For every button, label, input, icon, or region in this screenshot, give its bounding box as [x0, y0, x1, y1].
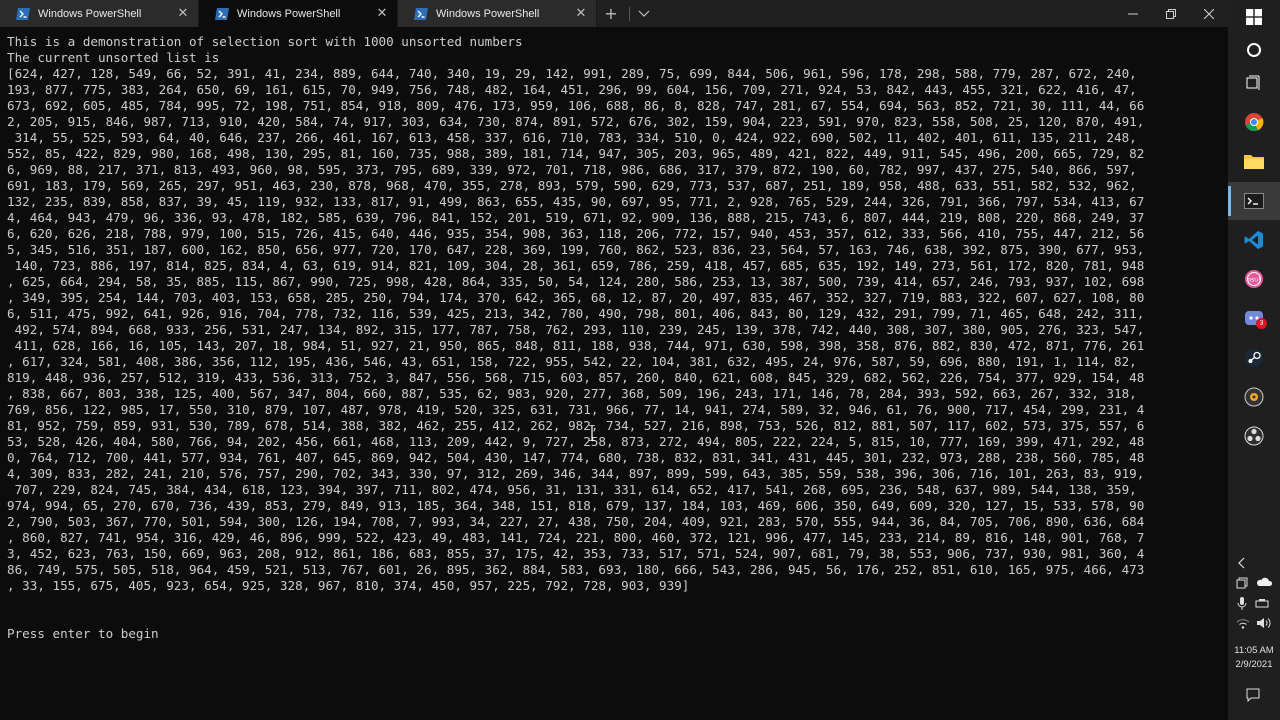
tab-label: Windows PowerShell: [38, 7, 142, 20]
close-icon[interactable]: ✕: [375, 6, 389, 20]
terminal-line: 132, 235, 839, 858, 837, 39, 45, 119, 93…: [7, 194, 1145, 209]
terminal-line: This is a demonstration of selection sor…: [7, 34, 523, 49]
clock-date: 2/9/2021: [1235, 659, 1273, 670]
terminal-line: , 860, 827, 741, 954, 316, 429, 46, 896,…: [7, 530, 1145, 545]
osu-icon[interactable]: osu!: [1241, 266, 1267, 292]
mouse-cursor-icon: [589, 425, 595, 441]
chrome-icon[interactable]: [1241, 109, 1267, 135]
terminal-line: 2, 790, 503, 367, 770, 501, 594, 300, 12…: [7, 514, 1145, 529]
tab-label: Windows PowerShell: [436, 7, 540, 20]
media-player-icon[interactable]: [1241, 384, 1267, 410]
terminal-line: 86, 749, 575, 505, 518, 964, 459, 521, 5…: [7, 562, 1145, 577]
cortana-icon[interactable]: [1241, 37, 1267, 63]
discord-icon[interactable]: 3: [1241, 306, 1267, 332]
terminal-line: Press enter to begin: [7, 626, 159, 641]
plus-icon: +: [604, 4, 618, 23]
minimize-button[interactable]: [1114, 0, 1152, 27]
terminal-line: 314, 55, 525, 593, 64, 40, 646, 237, 266…: [7, 130, 1137, 145]
tab-label: Windows PowerShell: [237, 7, 341, 20]
notification-center-icon[interactable]: [1246, 688, 1260, 705]
terminal-line: 769, 856, 122, 985, 17, 550, 310, 879, 1…: [7, 402, 1145, 417]
terminal-line: 6, 620, 626, 218, 788, 979, 100, 515, 72…: [7, 226, 1145, 241]
close-icon[interactable]: ✕: [574, 6, 588, 20]
maximize-button[interactable]: [1152, 0, 1190, 27]
terminal-line: 4, 464, 943, 479, 96, 336, 93, 478, 182,…: [7, 210, 1145, 225]
terminal-line: The current unsorted list is: [7, 50, 220, 65]
taskbar: osu! 3 11:05 AM 2/9/2021: [1228, 0, 1280, 720]
clock-time: 11:05 AM: [1234, 645, 1274, 656]
obs-icon[interactable]: [1241, 423, 1267, 449]
svg-text:osu!: osu!: [1247, 277, 1260, 284]
onedrive-icon[interactable]: [1256, 577, 1273, 590]
terminal-line: 3, 452, 623, 763, 150, 669, 963, 208, 91…: [7, 546, 1145, 561]
terminal-line: 411, 628, 166, 16, 105, 143, 207, 18, 98…: [7, 338, 1145, 353]
terminal-line: 140, 723, 886, 197, 814, 825, 834, 4, 63…: [7, 258, 1145, 273]
tab-bar: Windows PowerShell ✕ Windows PowerShell …: [0, 0, 1228, 27]
powershell-icon: [215, 7, 229, 20]
terminal-line: 4, 309, 833, 282, 241, 210, 576, 757, 29…: [7, 466, 1145, 481]
system-clock[interactable]: 11:05 AM 2/9/2021: [1228, 644, 1280, 672]
close-icon[interactable]: ✕: [176, 6, 190, 20]
terminal-line: 5, 345, 516, 351, 187, 600, 162, 850, 65…: [7, 242, 1145, 257]
terminal-line: , 33, 155, 675, 405, 923, 654, 925, 328,…: [7, 578, 690, 593]
task-view-icon[interactable]: [1241, 70, 1267, 96]
tab-powershell-3[interactable]: Windows PowerShell ✕: [398, 0, 597, 27]
restore-icon: [1166, 8, 1176, 19]
terminal-line: 707, 229, 824, 745, 384, 434, 618, 123, …: [7, 482, 1137, 497]
active-app-indicator: [1228, 186, 1231, 216]
minimize-icon: [1128, 13, 1138, 14]
terminal-line: 193, 877, 775, 383, 264, 650, 69, 161, 6…: [7, 82, 1137, 97]
powershell-icon: [414, 7, 428, 20]
terminal-line: 81, 952, 759, 859, 931, 530, 789, 678, 5…: [7, 418, 1145, 433]
terminal-output[interactable]: This is a demonstration of selection sor…: [7, 34, 1219, 714]
new-tab-button[interactable]: +: [597, 0, 625, 27]
windows-start-icon[interactable]: [1241, 4, 1267, 30]
microphone-icon[interactable]: [1237, 597, 1247, 614]
chevron-left-icon[interactable]: [1237, 557, 1247, 572]
terminal-line: 673, 692, 605, 485, 784, 995, 72, 198, 7…: [7, 98, 1145, 113]
terminal-line: 691, 183, 179, 569, 265, 297, 951, 463, …: [7, 178, 1137, 193]
terminal-line: [624, 427, 128, 549, 66, 52, 391, 41, 23…: [7, 66, 1137, 81]
window-controls: [1114, 0, 1228, 27]
notification-badge: 3: [1256, 318, 1267, 329]
terminal-line: 0, 764, 712, 700, 441, 577, 934, 761, 40…: [7, 450, 1145, 465]
tab-dropdown-button[interactable]: [630, 0, 658, 27]
wifi-icon[interactable]: [1236, 617, 1250, 632]
close-window-button[interactable]: [1190, 0, 1228, 27]
terminal-line: 53, 528, 426, 404, 580, 766, 94, 202, 45…: [7, 434, 1145, 449]
terminal-line: , 617, 324, 581, 408, 386, 356, 112, 195…: [7, 354, 1137, 369]
volume-icon[interactable]: [1256, 617, 1272, 632]
terminal-line: 492, 574, 894, 668, 933, 256, 531, 247, …: [7, 322, 1145, 337]
terminal-line: 6, 511, 475, 992, 641, 926, 916, 704, 77…: [7, 306, 1145, 321]
tab-powershell-1[interactable]: Windows PowerShell ✕: [0, 0, 199, 27]
terminal-line: 6, 969, 88, 217, 371, 813, 493, 960, 98,…: [7, 162, 1137, 177]
close-icon: [1204, 8, 1214, 19]
copy-icon[interactable]: [1236, 577, 1248, 592]
terminal-line: , 349, 395, 254, 144, 703, 403, 153, 658…: [7, 290, 1145, 305]
chevron-down-icon: [638, 10, 650, 17]
terminal-line: 552, 85, 422, 829, 980, 168, 498, 130, 2…: [7, 146, 1145, 161]
terminal-icon[interactable]: [1241, 188, 1267, 214]
file-explorer-icon[interactable]: [1241, 148, 1267, 174]
terminal-line: , 625, 664, 294, 58, 35, 885, 115, 867, …: [7, 274, 1145, 289]
vscode-icon[interactable]: [1241, 227, 1267, 253]
tab-powershell-2[interactable]: Windows PowerShell ✕: [199, 0, 398, 27]
terminal-line: 974, 994, 65, 270, 670, 736, 439, 853, 2…: [7, 498, 1145, 513]
terminal-line: , 838, 667, 803, 338, 125, 400, 567, 347…: [7, 386, 1137, 401]
usb-device-icon[interactable]: [1255, 598, 1269, 613]
powershell-icon: [16, 7, 30, 20]
terminal-line: 2, 205, 915, 846, 987, 713, 910, 420, 58…: [7, 114, 1145, 129]
terminal-line: 819, 448, 936, 257, 512, 319, 433, 536, …: [7, 370, 1145, 385]
steam-icon[interactable]: [1241, 345, 1267, 371]
